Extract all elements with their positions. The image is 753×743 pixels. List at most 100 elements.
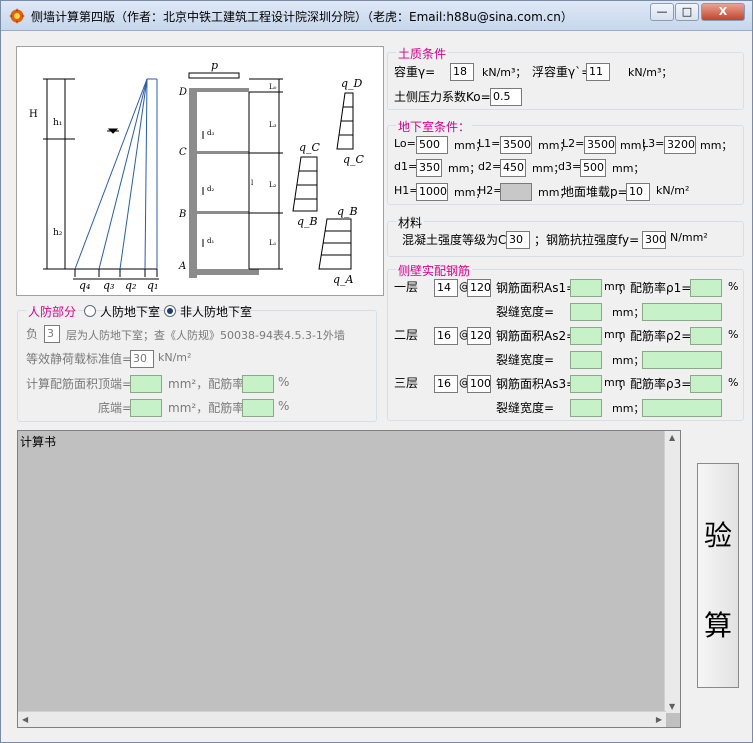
l3-label: L3=: [642, 137, 665, 150]
label-qD: q_D: [341, 77, 363, 90]
k0-input[interactable]: 0.5: [490, 88, 522, 106]
h2-input[interactable]: [500, 183, 532, 201]
floor1-crack-unit: mm；: [612, 306, 645, 319]
floor2-ratio-label: ；配筋率ρ2=: [618, 329, 692, 343]
l1-input[interactable]: 3500: [500, 136, 532, 154]
concrete-label: 混凝土强度等级为C: [402, 233, 507, 247]
horizontal-scrollbar[interactable]: ◀ ▶: [18, 711, 666, 727]
floor3-ratio-output: [690, 375, 722, 393]
floor2-spacing-input[interactable]: 120: [467, 327, 491, 345]
rebar-group: 侧壁实配钢筋 一层 14 @ 120 钢筋面积As1= mm ；配筋率ρ1= %…: [387, 262, 744, 421]
l2-input[interactable]: 3500: [584, 136, 616, 154]
lo-label: Lo=: [394, 137, 416, 150]
steel-label: ；钢筋抗拉强度fy=: [534, 233, 640, 247]
d1-unit: mm；: [448, 162, 481, 175]
floor3-spacing-input[interactable]: 100: [467, 375, 491, 393]
diagram-panel: H h₁ h₂ q₄ q₃ q₂ q₁ p D C B A d₃ d₂ d₁ L…: [16, 46, 384, 296]
label-qC-right: q_C: [343, 153, 365, 166]
main-window: 侧墙计算第四版（作者：北京中铁工建筑工程设计院深圳分院）（老虎：Email:h8…: [0, 0, 753, 743]
civil-option-label[interactable]: 人防地下室: [100, 303, 160, 320]
floor1-spacing-input[interactable]: 120: [467, 279, 491, 297]
soil-group: 土质条件 容重γ= 18 kN/m³； 浮容重γ`= 11 kN/m³； 土侧压…: [387, 45, 744, 110]
equiv-load-input[interactable]: 30: [130, 350, 154, 368]
vertical-scrollbar[interactable]: ▲ ▼: [664, 431, 680, 713]
label-h2: h₂: [53, 228, 63, 238]
material-title: 材料: [396, 214, 425, 231]
buoyant-weight-unit: kN/m³；: [628, 66, 673, 79]
lo-input[interactable]: 500: [416, 136, 448, 154]
floor1-ratio-unit: %: [728, 280, 739, 293]
d2-input[interactable]: 450: [500, 159, 526, 177]
label-h1: h₁: [53, 118, 62, 128]
floor2-diameter-input[interactable]: 16: [434, 327, 458, 345]
floor1-area-output: [570, 279, 602, 297]
bottom-ratio-output: [242, 399, 274, 417]
buoyant-weight-label: 浮容重γ`=: [532, 65, 592, 79]
floor1-crack-label: 裂缝宽度=: [496, 305, 555, 319]
basement-title: 地下室条件：: [396, 118, 473, 135]
l1-label: L1=: [478, 137, 501, 150]
surcharge-input[interactable]: 10: [626, 183, 650, 201]
civil-defense-group: 人防部分 人防地下室 非人防地下室 负 3 层为人防地下室；查《人防规》5003…: [17, 303, 377, 422]
h1-input[interactable]: 1000: [416, 183, 448, 201]
floor2-crack-label: 裂缝宽度=: [496, 353, 555, 367]
floor1-ratio-output: [690, 279, 722, 297]
floor3-diameter-input[interactable]: 16: [434, 375, 458, 393]
label-C: C: [179, 147, 187, 158]
concrete-input[interactable]: 30: [506, 231, 530, 249]
l3-input[interactable]: 3200: [664, 136, 696, 154]
verify-label-1: 验: [703, 519, 732, 552]
rebar-title: 侧壁实配钢筋: [396, 262, 473, 279]
verify-button[interactable]: 验 算: [697, 463, 739, 688]
floor2-label: 二层: [394, 328, 419, 342]
label-A: A: [178, 261, 186, 272]
floor1-diameter-input[interactable]: 14: [434, 279, 458, 297]
noncivil-radio[interactable]: [164, 305, 176, 317]
label-l: l: [251, 179, 254, 187]
civil-radio[interactable]: [84, 305, 96, 317]
close-button[interactable]: X: [701, 3, 745, 21]
scroll-up-icon[interactable]: ▲: [669, 433, 675, 442]
pressure-blocks: [292, 92, 354, 270]
minimize-button[interactable]: —: [650, 3, 674, 21]
label-qC-left: q_C: [299, 141, 321, 154]
h1-label: H1=: [394, 184, 419, 197]
label-L2: L₂: [269, 181, 277, 189]
bottom-area-label: 底端=: [98, 401, 133, 415]
calc-report-textarea[interactable]: 计算书 ▲ ▼ ◀ ▶: [17, 430, 681, 728]
floor3-label: 三层: [394, 376, 419, 390]
civil-floor-input[interactable]: 3: [44, 325, 60, 343]
equiv-load-unit: kN/m²: [158, 351, 192, 364]
scroll-left-icon[interactable]: ◀: [22, 715, 28, 724]
noncivil-option-label[interactable]: 非人防地下室: [180, 303, 252, 320]
d3-input[interactable]: 500: [580, 159, 606, 177]
floor3-ratio-unit: %: [728, 376, 739, 389]
label-H: H: [29, 109, 38, 120]
scroll-right-icon[interactable]: ▶: [656, 715, 662, 724]
floor1-label: 一层: [394, 280, 419, 294]
window-title: 侧墙计算第四版（作者：北京中铁工建筑工程设计院深圳分院）（老虎：Email:h8…: [31, 10, 573, 24]
label-B: B: [178, 209, 186, 220]
floor3-crack-output: [570, 399, 602, 417]
buoyant-weight-input[interactable]: 11: [586, 63, 610, 81]
label-L3: L₃: [269, 121, 277, 129]
floor1-area-label: 钢筋面积As1=: [496, 281, 577, 295]
steel-input[interactable]: 300: [642, 231, 666, 249]
surcharge-unit: kN/m²: [656, 184, 690, 197]
floor2-crack-note: [642, 351, 722, 369]
label-q4: q₄: [79, 279, 90, 292]
material-group: 材料 混凝土强度等级为C 30 ；钢筋抗拉强度fy= 300 N/mm²: [387, 214, 744, 257]
unit-weight-label: 容重γ=: [394, 65, 436, 79]
floor3-crack-unit: mm；: [612, 402, 645, 415]
floor1-ratio-label: ；配筋率ρ1=: [618, 281, 692, 295]
label-d1: d₁: [207, 237, 214, 245]
label-qA: q_A: [333, 273, 354, 286]
soil-title: 土质条件: [396, 45, 449, 62]
d1-input[interactable]: 350: [416, 159, 442, 177]
unit-weight-input[interactable]: 18: [450, 63, 474, 81]
label-qB-left: q_B: [297, 215, 318, 228]
maximize-button[interactable]: □: [675, 3, 699, 21]
scroll-down-icon[interactable]: ▼: [669, 702, 675, 711]
floor3-crack-label: 裂缝宽度=: [496, 401, 555, 415]
label-p: p: [211, 59, 218, 72]
